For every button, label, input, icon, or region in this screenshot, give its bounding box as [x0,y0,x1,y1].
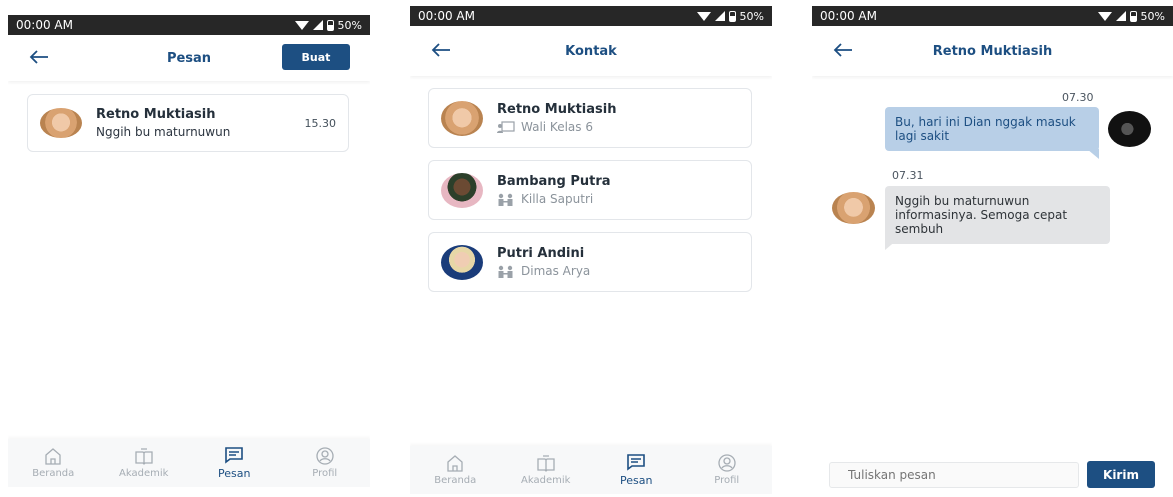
home-icon [45,448,61,465]
message-preview: Nggih bu maturnuwun [96,125,231,139]
nav-label: Beranda [434,475,477,486]
message-icon [627,454,646,471]
avatar [441,172,483,208]
bottom-navigation: Beranda Akademik Pesan Profil [410,446,772,494]
bottom-navigation: Beranda Akademik Pesan Profil [8,439,370,487]
contact-subtitle-text: Dimas Arya [521,264,591,278]
page-title: Pesan [166,50,212,66]
battery-level: 50% [337,18,362,32]
nav-item-pesan[interactable]: Pesan [199,446,269,480]
nav-label: Pesan [218,467,251,480]
recipient-avatar [832,192,875,224]
contact-text: Putri Andini Dimas Arya [497,246,590,278]
status-time: 00:00 AM [418,9,475,23]
contact-subtitle-text: Killa Saputri [521,192,594,206]
create-message-button[interactable]: Buat [282,44,350,70]
chat-title: Retno Muktiasih [932,43,1053,59]
contact-subtitle: Dimas Arya [497,264,590,278]
nav-item-pesan[interactable]: Pesan [601,453,671,487]
incoming-message-bubble: Nggih bu maturnuwun informasinya. Semoga… [885,186,1110,244]
teacher-icon [497,120,515,133]
signal-icon [714,11,725,21]
contact-text: Retno Muktiasih Wali Kelas 6 [497,102,616,134]
nav-item-akademik[interactable]: Akademik [109,447,179,479]
contact-item[interactable]: Bambang Putra Killa Saputri [428,160,752,220]
message-text: Retno Muktiasih Nggih bu maturnuwun [96,107,305,139]
avatar [441,100,483,136]
contact-name: Bambang Putra [497,174,611,189]
nav-item-profil[interactable]: Profil [290,447,360,479]
battery-icon [1129,10,1137,22]
status-icons: 50% [294,18,362,32]
send-button[interactable]: Kirim [1087,461,1155,488]
header: Pesan Buat [8,35,370,81]
back-arrow-icon[interactable] [830,37,856,63]
status-bar: 00:00 AM 50% [812,6,1173,26]
book-icon [537,455,555,472]
nav-item-beranda[interactable]: Beranda [420,454,490,486]
nav-item-beranda[interactable]: Beranda [18,447,88,479]
profile-icon [316,447,334,465]
wifi-icon [294,20,309,30]
back-arrow-icon[interactable] [26,44,52,70]
nav-label: Akademik [119,468,169,479]
profile-icon [718,454,736,472]
message-list-item[interactable]: Retno Muktiasih Nggih bu maturnuwun 15.3… [27,94,349,152]
back-arrow-icon[interactable] [428,37,454,63]
message-time: 15.30 [304,116,337,130]
wifi-icon [1097,11,1112,21]
contact-item[interactable]: Putri Andini Dimas Arya [428,232,752,292]
battery-icon [326,19,334,31]
header: Kontak [410,26,772,76]
nav-label: Pesan [620,474,653,487]
parent-child-icon [498,193,513,206]
status-time: 00:00 AM [16,18,73,32]
phone-contacts-screen: 00:00 AM 50% Kontak Retno Muktiasih Wali… [410,6,772,494]
bubble-tail [885,240,897,250]
contact-name: Retno Muktiasih [497,102,617,117]
battery-level: 50% [739,9,764,23]
page-title: Kontak [565,43,617,59]
bubble-tail [1087,149,1099,159]
sender-avatar [1108,111,1151,147]
nav-item-akademik[interactable]: Akademik [511,454,581,486]
avatar [441,244,483,280]
status-icons: 50% [696,9,764,23]
message-time: 07.30 [1062,91,1094,104]
home-icon [447,455,463,472]
message-composer: Kirim [812,454,1173,494]
contact-subtitle-text: Wali Kelas 6 [521,120,593,134]
contact-subtitle: Killa Saputri [497,192,611,206]
contact-name: Putri Andini [497,246,585,261]
outgoing-message-bubble: Bu, hari ini Dian nggak masuk lagi sakit [885,107,1099,151]
nav-label: Beranda [32,468,75,479]
parent-child-icon [498,265,513,278]
message-time: 07.31 [892,169,924,182]
contact-item[interactable]: Retno Muktiasih Wali Kelas 6 [428,88,752,148]
avatar [40,108,82,138]
contact-text: Bambang Putra Killa Saputri [497,174,611,206]
status-bar: 00:00 AM 50% [410,6,772,26]
header: Retno Muktiasih [812,26,1173,76]
status-icons: 50% [1097,9,1165,23]
message-input[interactable] [829,462,1079,488]
signal-icon [312,20,323,30]
message-sender: Retno Muktiasih [96,107,216,122]
wifi-icon [696,11,711,21]
message-icon [225,447,244,464]
nav-item-profil[interactable]: Profil [692,454,762,486]
phone-chat-screen: 00:00 AM 50% Retno Muktiasih 07.30 Bu, h… [812,6,1173,494]
nav-label: Profil [714,475,740,486]
book-icon [135,448,153,465]
contact-subtitle: Wali Kelas 6 [497,120,616,134]
nav-label: Profil [312,468,338,479]
signal-icon [1115,11,1126,21]
battery-icon [728,10,736,22]
status-bar: 00:00 AM 50% [8,15,370,35]
phone-messages-screen: 00:00 AM 50% Pesan Buat Retno Muktiasih … [8,15,370,489]
battery-level: 50% [1140,9,1165,23]
nav-label: Akademik [521,475,571,486]
status-time: 00:00 AM [820,9,877,23]
